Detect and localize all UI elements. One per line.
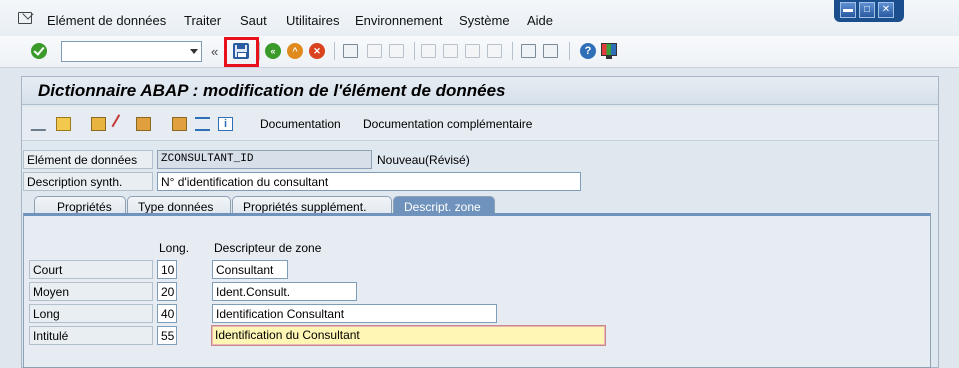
page-title: Dictionnaire ABAP : modification de l'él… (38, 81, 506, 100)
next-page-icon (465, 44, 480, 58)
chevron-down-icon[interactable] (190, 49, 198, 54)
previous-page-icon (443, 44, 458, 58)
title-bar: Dictionnaire ABAP : modification de l'él… (22, 77, 938, 105)
enter-checkmark-icon[interactable] (31, 43, 47, 59)
heading-length-field[interactable]: 55 (157, 326, 177, 345)
toolbar-separator (512, 42, 513, 60)
short-length-field[interactable]: 10 (157, 260, 177, 279)
medium-text-field[interactable]: Ident.Consult. (212, 282, 357, 301)
menu-environment[interactable]: Environnement (355, 13, 442, 28)
medium-length-field[interactable]: 20 (157, 282, 177, 301)
menu-bar: Elément de données Traiter Saut Utilitai… (0, 0, 959, 36)
customize-layout-icon[interactable] (601, 43, 617, 59)
desc-label: Description synth. (23, 172, 153, 191)
exit-menu-icon[interactable] (18, 12, 32, 24)
toolbar-separator (569, 42, 570, 60)
info-icon[interactable]: i (218, 117, 233, 131)
where-used-icon[interactable] (172, 117, 187, 131)
find-next-icon (389, 44, 404, 58)
medium-label: Moyen (29, 282, 153, 301)
documentation-button[interactable]: Documentation (260, 117, 341, 131)
supplementary-documentation-button[interactable]: Documentation complémentaire (363, 117, 532, 131)
element-status: Nouveau(Révisé) (377, 153, 470, 167)
menu-data-element[interactable]: Elément de données (47, 13, 166, 28)
test-icon[interactable] (136, 117, 151, 131)
first-page-icon (421, 44, 436, 58)
exit-icon[interactable]: ^ (287, 43, 303, 59)
menu-utilities[interactable]: Utilitaires (286, 13, 339, 28)
command-field[interactable] (61, 41, 202, 62)
help-icon[interactable]: ? (580, 43, 596, 59)
application-toolbar: i Documentation Documentation complément… (22, 107, 938, 141)
cancel-icon[interactable]: ✕ (309, 43, 325, 59)
long-label: Long (29, 304, 153, 323)
print-icon[interactable] (343, 44, 358, 58)
short-text-field[interactable]: Consultant (212, 260, 288, 279)
toolbar-separator (414, 42, 415, 60)
activate-icon[interactable] (111, 114, 132, 134)
create-shortcut-icon[interactable] (543, 44, 558, 58)
short-description-field[interactable]: N° d'identification du consultant (157, 172, 581, 191)
collapse-toolbar-icon[interactable]: « (211, 44, 218, 59)
menu-goto[interactable]: Saut (240, 13, 267, 28)
toolbar-separator (334, 42, 335, 60)
field-label-header: Descripteur de zone (214, 241, 322, 255)
hierarchy-icon[interactable] (195, 117, 210, 131)
heading-text-field[interactable]: Identification du Consultant (211, 325, 606, 346)
element-label: Elément de données (23, 150, 153, 169)
toolbar-separator (259, 42, 260, 60)
other-object-icon[interactable] (56, 117, 71, 131)
length-header: Long. (159, 241, 190, 255)
heading-label: Intitulé (29, 326, 153, 345)
maximize-button[interactable]: □ (859, 2, 875, 18)
menu-edit[interactable]: Traiter (184, 13, 221, 28)
find-icon (367, 44, 382, 58)
menu-help[interactable]: Aide (527, 13, 553, 28)
short-label: Court (29, 260, 153, 279)
display-change-icon[interactable] (30, 117, 51, 131)
close-button[interactable]: ✕ (878, 2, 894, 18)
window-controls: ▬ □ ✕ (834, 0, 904, 22)
long-text-field[interactable]: Identification Consultant (212, 304, 497, 323)
last-page-icon (487, 44, 502, 58)
check-icon[interactable] (91, 117, 106, 131)
back-icon[interactable]: « (265, 43, 281, 59)
new-session-icon[interactable] (521, 44, 536, 58)
menu-system[interactable]: Système (459, 13, 510, 28)
long-length-field[interactable]: 40 (157, 304, 177, 323)
command-input[interactable] (62, 42, 182, 61)
save-icon[interactable] (233, 43, 249, 59)
element-value: ZCONSULTANT_ID (157, 150, 372, 169)
minimize-button[interactable]: ▬ (840, 2, 856, 18)
